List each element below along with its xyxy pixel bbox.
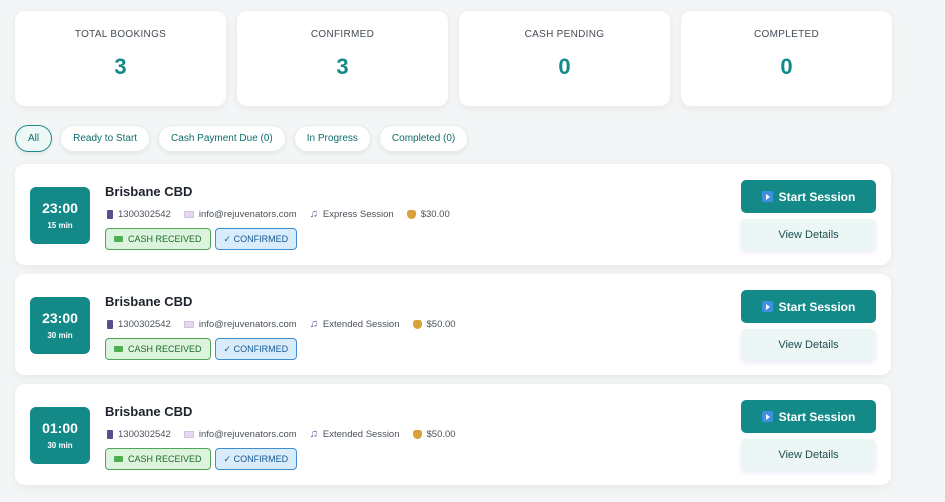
- booking-phone: 1300302542: [118, 319, 171, 330]
- money-bag-icon: [412, 320, 422, 329]
- booking-time: 01:00: [42, 420, 78, 436]
- phone-icon: [107, 320, 113, 329]
- stat-value: 3: [114, 54, 127, 79]
- phone-icon: [107, 210, 113, 219]
- stat-card-cash-pending: CASH PENDING 0: [459, 11, 670, 106]
- stat-value: 0: [780, 54, 793, 79]
- booking-time: 23:00: [42, 310, 78, 326]
- view-details-button[interactable]: View Details: [741, 329, 876, 361]
- booking-meta: 1300302542 info@rejuvenators.com ♫ Extend…: [107, 429, 469, 440]
- booking-meta: 1300302542 info@rejuvenators.com ♫ Extend…: [107, 319, 469, 330]
- booking-phone: 1300302542: [118, 209, 171, 220]
- booking-meta: 1300302542 info@rejuvenators.com ♫ Expres…: [107, 209, 463, 220]
- booking-email: info@rejuvenators.com: [198, 319, 297, 330]
- view-details-button[interactable]: View Details: [741, 219, 876, 251]
- booking-email: info@rejuvenators.com: [198, 209, 297, 220]
- booking-price: $50.00: [426, 319, 456, 330]
- filter-chip-in-progress[interactable]: In Progress: [293, 125, 371, 152]
- booking-email: info@rejuvenators.com: [198, 429, 297, 440]
- stat-label: CONFIRMED: [310, 29, 375, 40]
- time-box: 23:00 30 min: [30, 297, 90, 354]
- badge-text: CASH RECEIVED: [128, 344, 202, 354]
- confirmed-badge: ✓ CONFIRMED: [214, 448, 298, 470]
- mail-icon: [183, 211, 194, 218]
- start-session-button[interactable]: Start Session: [741, 180, 876, 213]
- booking-card: 23:00 30 min Brisbane CBD 1300302542 inf…: [15, 274, 891, 375]
- stat-value: 0: [558, 54, 571, 79]
- booking-location: Brisbane CBD: [105, 294, 193, 309]
- booking-card: 01:00 30 min Brisbane CBD 1300302542 inf…: [15, 384, 891, 485]
- music-note-icon: ♫: [309, 428, 318, 440]
- booking-session: Extended Session: [322, 319, 400, 330]
- cash-icon: [114, 456, 123, 462]
- filter-chip-completed[interactable]: Completed (0): [378, 125, 469, 152]
- filter-bar: All Ready to Start Cash Payment Due (0) …: [15, 125, 469, 152]
- button-label: Start Session: [778, 189, 856, 204]
- booking-price: $50.00: [426, 429, 456, 440]
- confirmed-badge: ✓ CONFIRMED: [214, 338, 298, 360]
- filter-chip-ready-to-start[interactable]: Ready to Start: [60, 125, 151, 152]
- cash-received-badge: CASH RECEIVED: [105, 448, 211, 470]
- stat-label: COMPLETED: [754, 29, 819, 40]
- booking-duration: 30 min: [47, 441, 73, 450]
- cash-icon: [114, 346, 123, 352]
- badge-text: CASH RECEIVED: [128, 234, 202, 244]
- booking-badges: CASH RECEIVED ✓ CONFIRMED: [105, 338, 298, 360]
- booking-badges: CASH RECEIVED ✓ CONFIRMED: [105, 448, 298, 470]
- time-box: 01:00 30 min: [30, 407, 90, 464]
- booking-time: 23:00: [42, 200, 78, 216]
- cash-received-badge: CASH RECEIVED: [105, 228, 211, 250]
- cash-icon: [114, 236, 123, 242]
- booking-duration: 15 min: [47, 221, 73, 230]
- stats-row: TOTAL BOOKINGS 3 CONFIRMED 3 CASH PENDIN…: [15, 11, 892, 106]
- filter-chip-all[interactable]: All: [15, 125, 53, 152]
- cash-received-badge: CASH RECEIVED: [105, 338, 211, 360]
- start-session-button[interactable]: Start Session: [741, 290, 876, 323]
- booking-phone: 1300302542: [118, 429, 171, 440]
- mail-icon: [183, 431, 194, 438]
- phone-icon: [107, 430, 113, 439]
- stat-label: TOTAL BOOKINGS: [74, 29, 167, 40]
- confirmed-badge: ✓ CONFIRMED: [214, 228, 298, 250]
- booking-badges: CASH RECEIVED ✓ CONFIRMED: [105, 228, 298, 250]
- music-note-icon: ♫: [309, 318, 318, 330]
- booking-location: Brisbane CBD: [105, 184, 193, 199]
- booking-price: $30.00: [420, 209, 450, 220]
- booking-card: 23:00 15 min Brisbane CBD 1300302542 inf…: [15, 164, 891, 265]
- time-box: 23:00 15 min: [30, 187, 90, 244]
- button-label: Start Session: [778, 409, 856, 424]
- start-session-button[interactable]: Start Session: [741, 400, 876, 433]
- play-icon: [761, 411, 773, 422]
- booking-session: Express Session: [322, 209, 394, 220]
- stat-card-total-bookings: TOTAL BOOKINGS 3: [15, 11, 226, 106]
- music-note-icon: ♫: [309, 208, 318, 220]
- play-icon: [761, 191, 773, 202]
- filter-chip-cash-payment-due[interactable]: Cash Payment Due (0): [158, 125, 286, 152]
- booking-session: Extended Session: [322, 429, 400, 440]
- stat-value: 3: [336, 54, 349, 79]
- stat-label: CASH PENDING: [524, 29, 605, 40]
- money-bag-icon: [412, 430, 422, 439]
- booking-location: Brisbane CBD: [105, 404, 193, 419]
- badge-text: CASH RECEIVED: [128, 454, 202, 464]
- stat-card-confirmed: CONFIRMED 3: [237, 11, 448, 106]
- money-bag-icon: [406, 210, 416, 219]
- mail-icon: [183, 321, 194, 328]
- view-details-button[interactable]: View Details: [741, 439, 876, 471]
- booking-duration: 30 min: [47, 331, 73, 340]
- button-label: Start Session: [778, 299, 856, 314]
- stat-card-completed: COMPLETED 0: [681, 11, 892, 106]
- play-icon: [761, 301, 773, 312]
